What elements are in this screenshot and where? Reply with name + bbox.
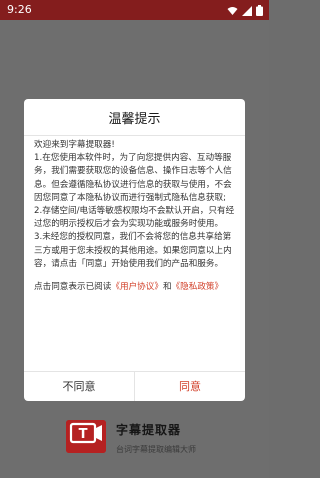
privacy-dialog: 温馨提示 欢迎来到字幕提取器! 1.在您使用本软件时，为了向您提供内容、互动等服… [24, 99, 245, 401]
agreement-notice: 点击同意表示已阅读《用户协议》和《隐私政策》 [34, 281, 239, 294]
notice-prefix: 点击同意表示已阅读 [34, 282, 112, 293]
app-name: 字幕提取器 [116, 423, 182, 437]
terms-paragraph-1: 1.在您使用本软件时，为了向您提供内容、互动等服务，我们需要获取您的设备信息、操… [34, 153, 232, 203]
battery-icon [256, 1, 263, 20]
status-icons [227, 4, 263, 16]
dialog-body: 欢迎来到字幕提取器! 1.在您使用本软件时，为了向您提供内容、互动等服务，我们需… [34, 139, 239, 294]
user-agreement-link[interactable]: 《用户协议》 [111, 282, 163, 292]
notice-and: 和 [162, 282, 172, 293]
disagree-button[interactable]: 不同意 [24, 372, 134, 401]
agree-button[interactable]: 同意 [135, 372, 245, 401]
dialog-divider [24, 135, 245, 136]
welcome-text: 欢迎来到字幕提取器! [34, 140, 115, 150]
status-bar: 9:26 [0, 0, 269, 20]
svg-text:T: T [79, 427, 88, 442]
terms-paragraph-3: 3.未经您的授权同意，我们不会将您的信息共享给第三方或用于您未授权的其他用途。如… [34, 232, 232, 269]
privacy-policy-link[interactable]: 《隐私政策》 [172, 282, 224, 292]
wifi-icon [227, 1, 238, 20]
app-tagline: 台词字幕提取编辑大师 [116, 445, 196, 454]
app-logo-icon: T [66, 420, 106, 453]
dialog-title: 温馨提示 [108, 112, 161, 127]
terms-paragraph-2: 2.存储空间/电话等敏感权限均不会默认开启，只有经过您的明示授权后才会为实现功能… [34, 206, 235, 230]
status-time: 9:26 [7, 3, 32, 16]
signal-icon [242, 1, 252, 20]
